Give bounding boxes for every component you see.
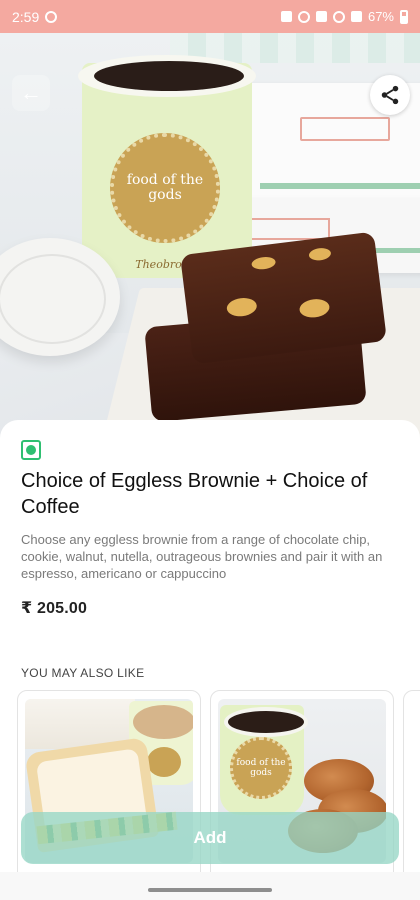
hotspot-icon (297, 10, 310, 23)
product-price: ₹ 205.00 (21, 600, 88, 617)
product-title: Choice of Eggless Brownie + Choice of Co… (21, 470, 368, 518)
status-bar: 2:59 67% (0, 0, 420, 33)
signal-icon (350, 11, 362, 22)
mute-icon (315, 11, 327, 22)
status-time: 2:59 (12, 8, 40, 25)
back-button[interactable]: ← (12, 75, 50, 111)
veg-indicator-icon (21, 440, 41, 460)
add-button[interactable]: Add (21, 812, 399, 864)
product-description: Choose any eggless brownie from a range … (21, 532, 383, 581)
wifi-icon (332, 10, 345, 23)
share-icon (381, 85, 399, 105)
battery-percent: 67% (367, 9, 394, 24)
notification-icon (45, 10, 58, 23)
recommendations-heading: YOU MAY ALSO LIKE (21, 666, 145, 680)
bottom-bar-background (0, 872, 420, 900)
thumb-cup-seal: food of the gods (230, 737, 292, 799)
recommendation-card-partial[interactable] (403, 690, 420, 890)
product-hero-image: food of the gods Theobroma ← (0, 33, 420, 453)
product-detail-screen: 2:59 67% food of the gods Theobroma ← Ch… (0, 0, 420, 900)
alarm-icon (280, 11, 292, 22)
hero-coffee-cup: food of the gods Theobroma (78, 55, 256, 278)
back-arrow-icon: ← (20, 80, 42, 105)
share-button[interactable] (370, 75, 410, 115)
recommendations-carousel[interactable]: food of the gods (17, 690, 420, 900)
gesture-nav-handle[interactable] (148, 888, 272, 892)
battery-icon (400, 9, 408, 24)
hero-brownie-top (180, 231, 387, 365)
cup-seal: food of the gods (110, 133, 220, 243)
